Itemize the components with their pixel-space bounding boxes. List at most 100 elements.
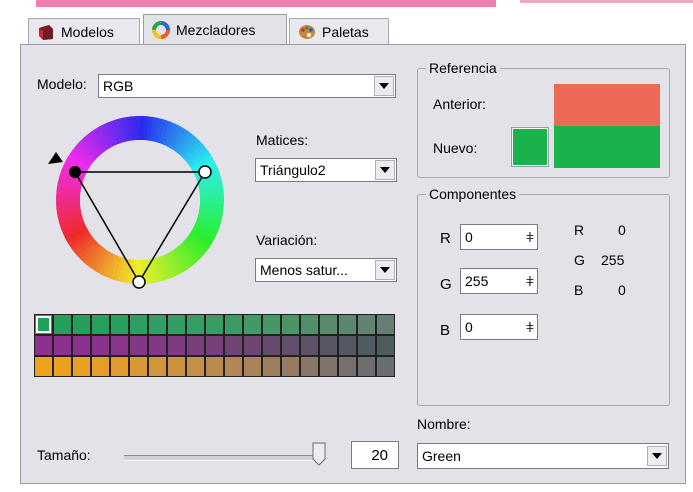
tab-modelos[interactable]: Modelos	[28, 18, 140, 44]
variation-value: Menos satur...	[260, 262, 348, 278]
swatch-cell[interactable]	[243, 314, 262, 335]
new-color-swatch	[554, 126, 660, 168]
swatch-cell[interactable]	[319, 335, 338, 356]
wheel-pointer-icon[interactable]	[48, 152, 63, 164]
swatch-cell[interactable]	[167, 335, 186, 356]
triangle-handle-2[interactable]	[198, 165, 212, 179]
spin-icon[interactable]: ǂ	[523, 226, 537, 248]
swatch-cell[interactable]	[53, 335, 72, 356]
swatch-cell[interactable]	[110, 356, 129, 377]
swatch-cell[interactable]	[338, 314, 357, 335]
swatch-cell[interactable]	[110, 314, 129, 335]
swatch-cell[interactable]	[357, 314, 376, 335]
swatch-cell[interactable]	[148, 314, 167, 335]
previous-label: Anterior:	[433, 96, 486, 112]
swatch-cell[interactable]	[338, 335, 357, 356]
triangle-handle-primary[interactable]	[69, 166, 81, 178]
swatch-cell[interactable]	[205, 356, 224, 377]
swatch-cell[interactable]	[376, 335, 395, 356]
model-select[interactable]: RGB	[98, 74, 396, 98]
cube-icon	[37, 23, 55, 41]
r-value: 0	[465, 229, 473, 245]
variation-select[interactable]: Menos satur...	[255, 258, 397, 282]
swatch-cell[interactable]	[167, 356, 186, 377]
b-input[interactable]: 0 ǂ	[460, 314, 538, 340]
spin-icon[interactable]: ǂ	[523, 316, 537, 338]
swatch-cell[interactable]	[129, 335, 148, 356]
size-slider-track[interactable]	[124, 455, 322, 461]
swatch-cell[interactable]	[186, 314, 205, 335]
tab-mezcladores[interactable]: Mezcladores	[143, 14, 287, 44]
swatch-cell[interactable]	[376, 356, 395, 377]
spin-icon[interactable]: ǂ	[523, 270, 537, 292]
hues-select[interactable]: Triángulo2	[255, 158, 397, 182]
chevron-down-icon[interactable]	[374, 76, 394, 96]
swatch-cell[interactable]	[376, 314, 395, 335]
swatch-cell[interactable]	[357, 335, 376, 356]
model-label: Modelo:	[37, 76, 87, 92]
swatch-cell[interactable]	[300, 314, 319, 335]
swatch-cell[interactable]	[72, 356, 91, 377]
swatch-cell[interactable]	[53, 356, 72, 377]
components-title: Componentes	[429, 186, 517, 202]
swatch-cell[interactable]	[319, 314, 338, 335]
triangle-handle-3[interactable]	[132, 275, 146, 289]
swatch-cell[interactable]	[186, 356, 205, 377]
new-color-small-swatch[interactable]	[511, 127, 549, 167]
b-value: 0	[465, 319, 473, 335]
swatch-cell[interactable]	[319, 356, 338, 377]
swatch-cell[interactable]	[148, 335, 167, 356]
swatch-cell[interactable]	[281, 314, 300, 335]
readout-g-label: G	[574, 252, 585, 268]
swatch-cell[interactable]	[34, 356, 53, 377]
variation-label: Variación:	[256, 232, 318, 248]
swatch-cell[interactable]	[110, 335, 129, 356]
swatch-cell[interactable]	[281, 356, 300, 377]
new-label: Nuevo:	[433, 140, 478, 156]
swatch-cell[interactable]	[205, 314, 224, 335]
swatch-cell[interactable]	[72, 314, 91, 335]
swatch-cell[interactable]	[186, 335, 205, 356]
swatch-cell[interactable]	[262, 356, 281, 377]
swatch-cell[interactable]	[53, 314, 72, 335]
readout-g-value: 255	[601, 252, 625, 268]
swatch-cell[interactable]	[167, 314, 186, 335]
swatch-cell[interactable]	[205, 335, 224, 356]
swatch-cell[interactable]	[262, 314, 281, 335]
swatch-cell[interactable]	[224, 356, 243, 377]
g-value: 255	[465, 273, 489, 289]
swatch-cell[interactable]	[72, 335, 91, 356]
chevron-down-icon[interactable]	[375, 160, 395, 180]
readout-b-value: 0	[618, 282, 626, 298]
chevron-down-icon[interactable]	[647, 446, 667, 466]
swatch-cell[interactable]	[243, 335, 262, 356]
components-group: Componentes	[417, 186, 670, 406]
swatch-cell[interactable]	[91, 356, 110, 377]
size-input[interactable]: 20	[351, 441, 399, 469]
swatch-cell[interactable]	[129, 356, 148, 377]
palette-icon	[298, 23, 316, 41]
swatch-cell[interactable]	[34, 314, 53, 335]
swatch-cell[interactable]	[300, 356, 319, 377]
swatch-cell[interactable]	[243, 356, 262, 377]
color-ring-icon	[152, 20, 170, 39]
swatch-cell[interactable]	[338, 356, 357, 377]
swatch-cell[interactable]	[224, 314, 243, 335]
chevron-down-icon[interactable]	[375, 260, 395, 280]
r-input[interactable]: 0 ǂ	[460, 224, 538, 250]
swatch-cell[interactable]	[357, 356, 376, 377]
swatch-cell[interactable]	[129, 314, 148, 335]
swatch-cell[interactable]	[91, 314, 110, 335]
swatch-cell[interactable]	[281, 335, 300, 356]
swatch-cell[interactable]	[91, 335, 110, 356]
size-slider-thumb[interactable]	[312, 442, 326, 466]
g-input[interactable]: 255 ǂ	[460, 268, 538, 294]
name-select[interactable]: Green	[417, 443, 669, 469]
swatch-cell[interactable]	[148, 356, 167, 377]
swatch-cell[interactable]	[34, 335, 53, 356]
swatch-cell[interactable]	[262, 335, 281, 356]
swatch-cell[interactable]	[300, 335, 319, 356]
tab-paletas[interactable]: Paletas	[289, 18, 389, 44]
color-wheel[interactable]	[40, 112, 240, 302]
swatch-cell[interactable]	[224, 335, 243, 356]
